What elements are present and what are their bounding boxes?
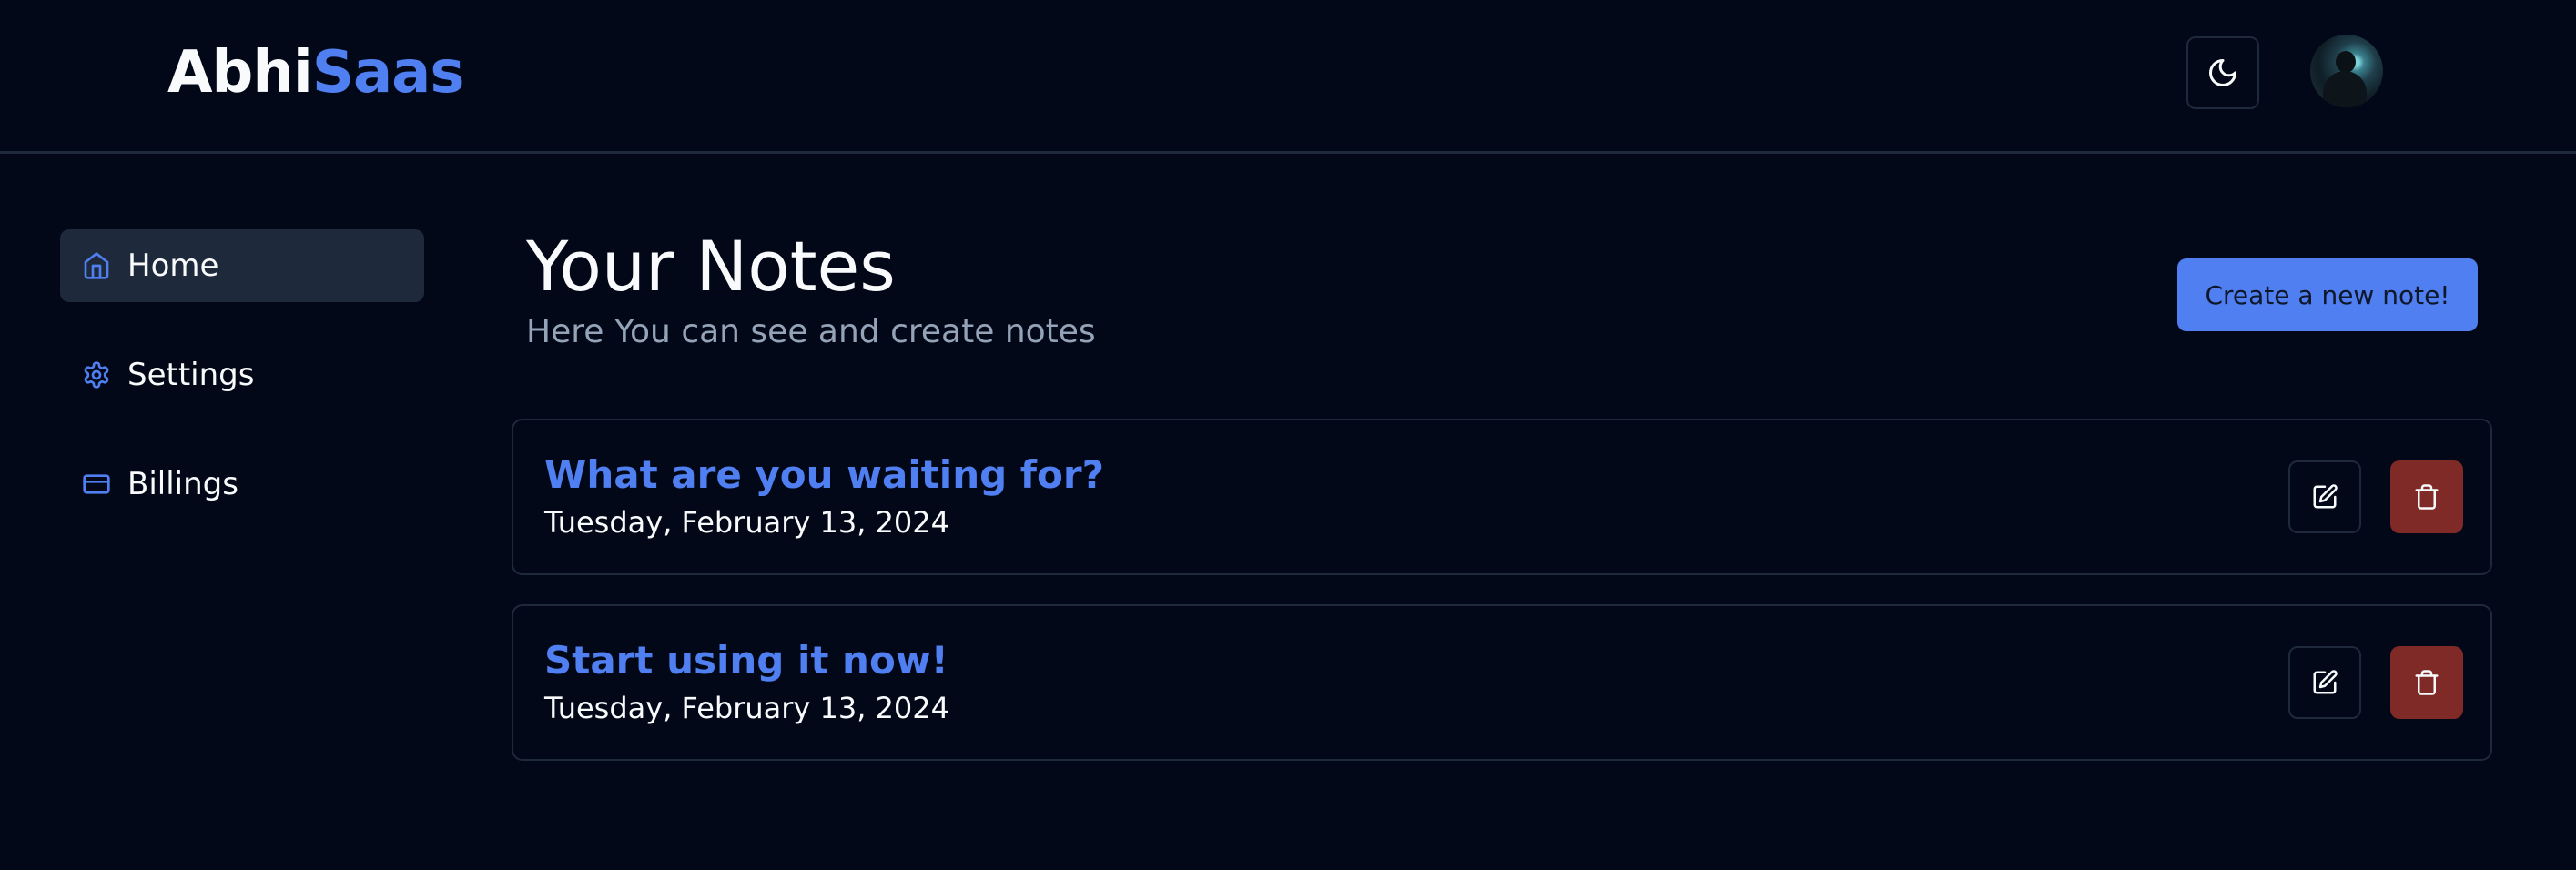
sidebar-item-label: Home bbox=[127, 248, 219, 284]
gear-icon bbox=[84, 361, 109, 389]
delete-note-button[interactable] bbox=[2390, 646, 2463, 719]
top-navbar: AbhiSaas bbox=[0, 0, 2576, 154]
trash-icon bbox=[2415, 484, 2439, 510]
note-title[interactable]: Start using it now! bbox=[544, 637, 948, 684]
home-icon bbox=[84, 252, 109, 279]
trash-icon bbox=[2415, 670, 2439, 695]
credit-card-icon bbox=[83, 474, 110, 494]
sidebar-item-label: Billings bbox=[127, 466, 238, 502]
page-subtitle: Here You can see and create notes bbox=[526, 313, 1096, 350]
edit-icon bbox=[2313, 484, 2338, 509]
sidebar-item-home[interactable]: Home bbox=[60, 229, 424, 302]
note-date: Tuesday, February 13, 2024 bbox=[544, 691, 949, 725]
brand-name-part1: Abhi bbox=[167, 39, 313, 106]
brand-name-part2: Saas bbox=[311, 39, 465, 106]
sidebar-item-billings[interactable]: Billings bbox=[60, 448, 424, 521]
edit-note-button[interactable] bbox=[2288, 460, 2361, 533]
delete-note-button[interactable] bbox=[2390, 460, 2463, 533]
note-card[interactable]: Start using it now! Tuesday, February 13… bbox=[512, 604, 2492, 761]
note-card[interactable]: What are you waiting for? Tuesday, Febru… bbox=[512, 419, 2492, 575]
edit-note-button[interactable] bbox=[2288, 646, 2361, 719]
brand-logo[interactable]: AbhiSaas bbox=[167, 39, 465, 106]
create-note-button[interactable]: Create a new note! bbox=[2177, 258, 2478, 331]
sidebar-item-settings[interactable]: Settings bbox=[60, 339, 424, 411]
avatar-head bbox=[2336, 51, 2356, 73]
moon-icon bbox=[2209, 59, 2236, 86]
theme-toggle-button[interactable] bbox=[2186, 36, 2259, 109]
edit-icon bbox=[2313, 670, 2338, 694]
user-avatar[interactable] bbox=[2310, 35, 2383, 107]
page-title: Your Notes bbox=[526, 226, 896, 307]
note-date: Tuesday, February 13, 2024 bbox=[544, 505, 949, 540]
note-title[interactable]: What are you waiting for? bbox=[544, 451, 1104, 499]
avatar-body bbox=[2323, 71, 2367, 107]
notes-header: Your Notes Here You can see and create n… bbox=[526, 226, 1096, 353]
sidebar-item-label: Settings bbox=[127, 357, 255, 393]
